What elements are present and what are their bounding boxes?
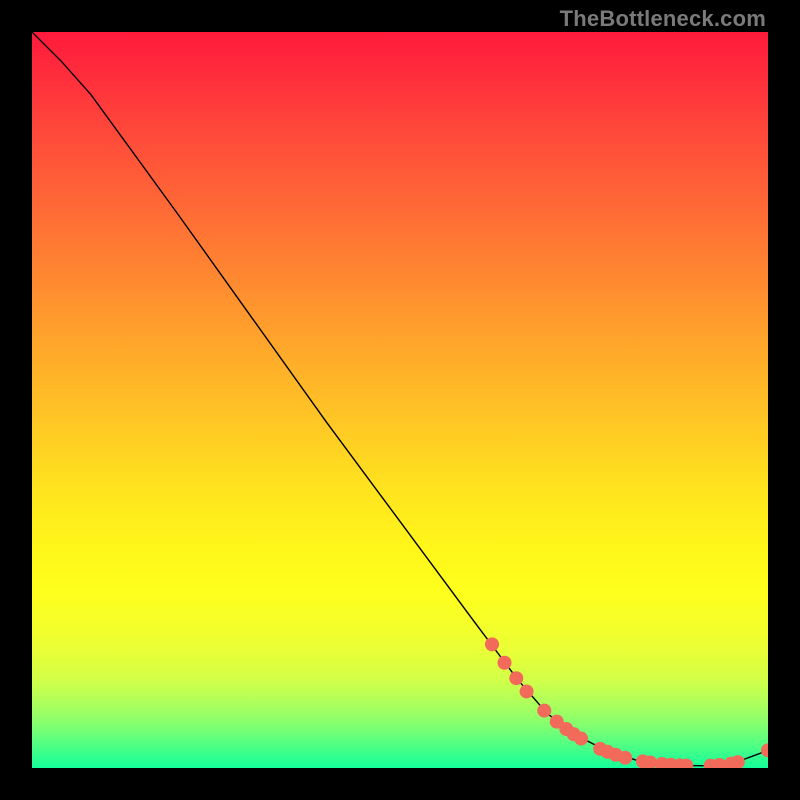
curve-marker xyxy=(537,704,551,718)
chart-overlay xyxy=(32,32,768,768)
plot-area xyxy=(32,32,768,768)
curve-marker xyxy=(574,732,588,746)
curve-marker xyxy=(618,751,632,765)
curve-line xyxy=(32,32,768,766)
curve-marker xyxy=(520,684,534,698)
curve-marker xyxy=(761,743,768,757)
curve-marker xyxy=(509,671,523,685)
curve-marker xyxy=(498,656,512,670)
curve-marker xyxy=(485,637,499,651)
chart-stage: TheBottleneck.com xyxy=(0,0,800,800)
curve-markers xyxy=(485,637,768,768)
watermark-text: TheBottleneck.com xyxy=(560,6,766,32)
